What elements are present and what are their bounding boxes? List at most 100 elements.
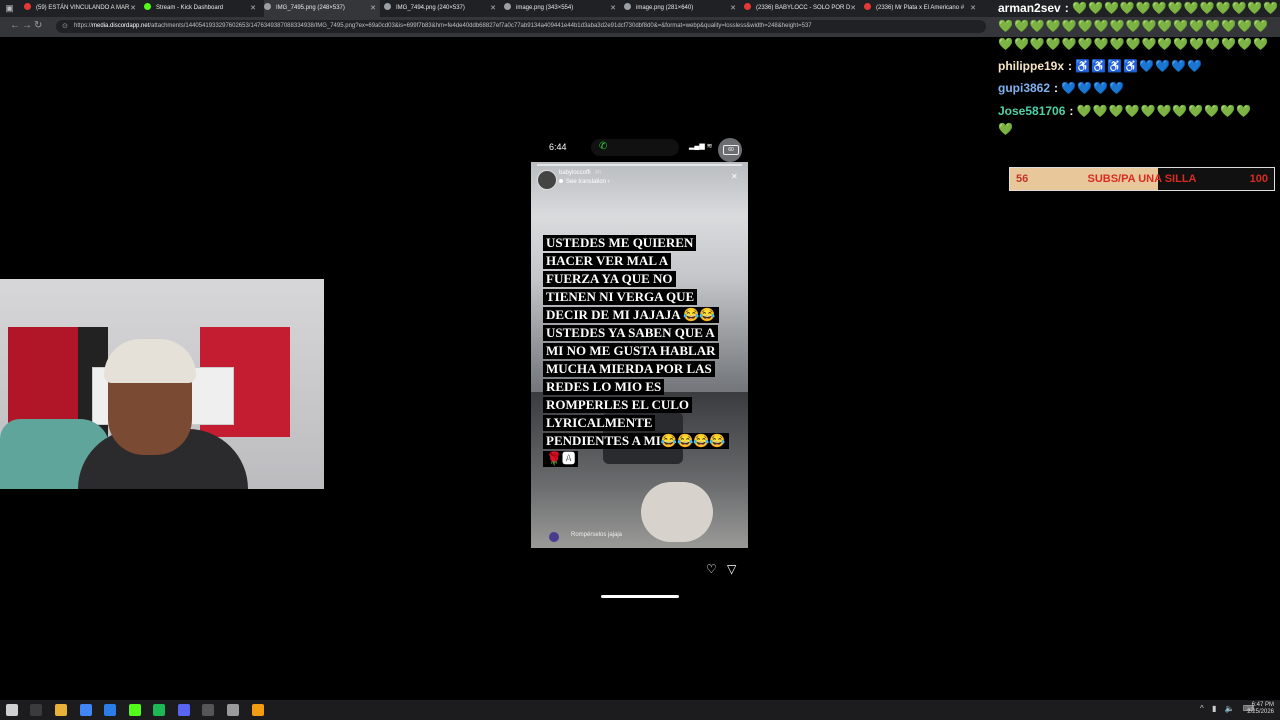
chat-message-body: 💙💙💙💙 — [1061, 81, 1126, 95]
browser-tab-label: (59) ESTÁN VINCULANDO A MAR — [36, 5, 130, 11]
url-path: /attachments/1440541933297602653/1476349… — [149, 23, 812, 29]
store-icon[interactable] — [104, 704, 116, 716]
browser-tab[interactable]: Stream - Kick Dashboard ✕ — [144, 0, 260, 17]
url-bar[interactable]: ⊙ https://media.discordapp.net/attachmen… — [56, 20, 986, 33]
caption-line: USTEDES ME QUIEREN — [543, 235, 697, 251]
heart-icon: ♡ — [706, 562, 717, 576]
send-icon: ▽ — [727, 562, 737, 576]
file-explorer-icon[interactable] — [55, 704, 67, 716]
close-tab-icon[interactable]: ✕ — [610, 0, 616, 17]
discord-icon[interactable] — [178, 704, 190, 716]
globe-icon — [384, 3, 391, 10]
caption-line: MUCHA MIERDA POR LAS — [543, 361, 715, 377]
chat-message: 💚💚💚💚💚💚💚💚💚💚💚💚💚💚💚💚💚 — [998, 19, 1269, 33]
chat-message: philippe19x: ♿♿♿♿💙💙💙💙 — [998, 59, 1203, 73]
browser-tab-label: IMG_7495.png (248×537) — [276, 5, 345, 11]
webcam-overlay — [0, 279, 324, 489]
close-tab-icon[interactable]: ✕ — [490, 0, 496, 17]
browser-tab[interactable]: IMG_7494.png (240×537) ✕ — [384, 0, 500, 17]
caption-line: REDES LO MIO ES — [543, 379, 665, 395]
home-indicator — [601, 595, 679, 598]
close-tab-icon[interactable]: ✕ — [970, 0, 976, 17]
story-actions: ♡ ▽ — [531, 562, 748, 582]
sub-goal-bar: 56 SUBS/PA UNA SILLA 100 — [1009, 167, 1275, 191]
chrome-icon[interactable] — [80, 704, 92, 716]
site-info-icon[interactable]: ⊙ — [62, 20, 68, 33]
caption-line: MI NO ME GUSTA HABLAR — [543, 343, 719, 359]
story-frame: babyloccoffi 4h See translation › ✕ USTED… — [531, 162, 748, 548]
browser-tab[interactable]: IMG_7495.png (248×537) ✕ — [264, 0, 380, 17]
search-icon[interactable] — [30, 704, 42, 716]
story-avatar — [537, 170, 557, 190]
spotify-icon[interactable] — [153, 704, 165, 716]
chat-username[interactable]: arman2sev — [998, 1, 1061, 15]
close-tab-icon[interactable]: ✕ — [730, 0, 736, 17]
chat-username[interactable]: Jose581706 — [998, 104, 1065, 118]
close-tab-icon[interactable]: ✕ — [130, 0, 136, 17]
obs-icon[interactable] — [202, 704, 214, 716]
goal-label: SUBS/PA UNA SILLA — [1087, 173, 1197, 185]
caption-line: 🌹🅰 — [543, 451, 579, 467]
caption-line: DECIR DE MI JAJAJA 😂😂 — [543, 307, 719, 323]
close-tab-icon[interactable]: ✕ — [370, 0, 376, 17]
caption-line: LYRICALMENTE — [543, 415, 656, 431]
phone-call-icon: ✆ — [599, 141, 608, 152]
taskbar-date: 2/25/2026 — [1247, 709, 1274, 715]
dynamic-island: ✆ — [591, 139, 679, 156]
close-tab-icon[interactable]: ✕ — [850, 0, 856, 17]
chat-username[interactable]: gupi3862 — [998, 81, 1050, 95]
caption-line: PENDIENTES A MI😂😂😂😂 — [543, 433, 729, 449]
story-username: babyloccoffi — [559, 170, 591, 176]
globe-icon — [624, 3, 631, 10]
caption-line: FUERZA YA QUE NO — [543, 271, 676, 287]
windows-start-icon[interactable] — [6, 704, 18, 716]
story-reply: Rompérselos jajaja — [531, 527, 748, 547]
story-progress-bar — [537, 164, 742, 166]
window-menu-icon[interactable]: ▣ — [4, 3, 15, 14]
forward-arrow-icon[interactable]: → — [22, 20, 32, 31]
windows-taskbar: ^ ▮ 🔈 ⌨ 6:47 PM 2/25/2026 — [0, 700, 1280, 720]
taskbar-clock[interactable]: 6:47 PM 2/25/2026 — [1247, 702, 1274, 716]
see-translation: See translation › — [559, 179, 610, 185]
browser-tab[interactable]: (2336) Mr Plata x El Americano # ✕ — [864, 0, 980, 17]
reply-text: Rompérselos jajaja — [571, 532, 623, 538]
goal-target: 100 — [1249, 173, 1268, 185]
globe-icon — [264, 3, 271, 10]
youtube-icon — [24, 3, 31, 10]
translate-dot-icon — [559, 179, 563, 183]
reload-icon[interactable]: ↻ — [34, 20, 42, 31]
url-host: media.discordapp.net — [92, 23, 150, 29]
caption-line: TIENEN NI VERGA QUE — [543, 289, 698, 305]
chat-message-body: 💚💚💚💚💚💚💚💚💚💚💚💚💚💚💚💚💚 — [998, 37, 1270, 51]
close-tab-icon[interactable]: ✕ — [250, 0, 256, 17]
kick-icon — [144, 3, 151, 10]
chat-message: gupi3862: 💙💙💙💙 — [998, 81, 1125, 95]
chat-message-body: 💚💚💚💚💚💚💚💚💚💚💚💚💚💚💚 — [1072, 1, 1280, 15]
chat-message: Jose581706: 💚💚💚💚💚💚💚💚💚💚💚 — [998, 104, 1252, 118]
browser-tab-label: (2336) BABYLOCC - SOLO POR D — [756, 5, 851, 11]
app-icon[interactable] — [252, 704, 264, 716]
chat-message-body: ♿♿♿♿💙💙💙💙 — [1075, 59, 1203, 73]
shield-icon[interactable] — [227, 704, 239, 716]
caption-line: USTEDES YA SABEN QUE A — [543, 325, 718, 341]
phone-status-bar: 6:44 ✆ ▂▄▆ ≋ 60 — [531, 134, 748, 162]
chat-separator: : — [1069, 104, 1077, 118]
youtube-icon — [744, 3, 751, 10]
browser-tab[interactable]: (59) ESTÁN VINCULANDO A MAR ✕ — [24, 0, 140, 17]
chat-username[interactable]: philippe19x — [998, 59, 1064, 73]
story-age: 4h — [594, 170, 602, 176]
browser-tab-label: Stream - Kick Dashboard — [156, 5, 224, 11]
browser-tab[interactable]: image.png (281×640) ✕ — [624, 0, 740, 17]
browser-tab-label: IMG_7494.png (240×537) — [396, 5, 465, 11]
battery-icon: 60 — [718, 138, 742, 162]
browser-tab[interactable]: (2336) BABYLOCC - SOLO POR D ✕ — [744, 0, 860, 17]
caption-line: HACER VER MAL A — [543, 253, 672, 269]
back-arrow-icon[interactable]: ← — [10, 20, 20, 31]
kick-icon[interactable] — [129, 704, 141, 716]
story-caption: USTEDES ME QUIEREN HACER VER MAL A FUERZA … — [543, 234, 729, 468]
taskbar-time: 6:47 PM — [1251, 702, 1274, 708]
chat-message: 💚 — [998, 122, 1014, 136]
chat-message: arman2sev: 💚💚💚💚💚💚💚💚💚💚💚💚💚💚💚 — [998, 1, 1280, 15]
chat-separator: : — [1064, 1, 1073, 15]
browser-tab[interactable]: image.png (343×554) ✕ — [504, 0, 620, 17]
